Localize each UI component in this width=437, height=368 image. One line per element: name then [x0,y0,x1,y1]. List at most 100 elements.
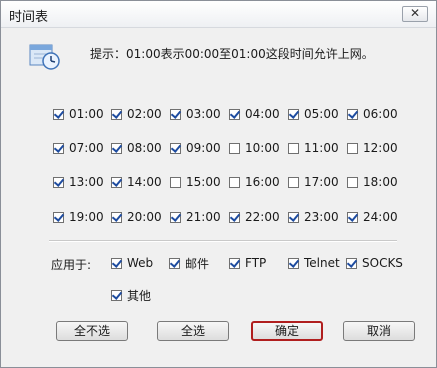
checkbox-label: FTP [245,256,267,270]
hour-checkbox-1600[interactable]: 16:00 [229,173,280,191]
hour-checkbox-2300[interactable]: 23:00 [288,208,339,226]
checkmark-icon [170,107,181,119]
checkbox-box[interactable] [170,176,181,188]
apply-web-checkbox[interactable]: Web [111,254,153,272]
checkbox-box[interactable] [53,210,64,223]
apply-to-label: 应用于: [51,258,92,272]
cancel-button[interactable]: 取消 [343,321,415,341]
checkmark-icon [229,210,240,222]
checkbox-box[interactable] [346,256,357,269]
apply-mail-checkbox[interactable]: 邮件 [169,254,209,272]
apply-telnet-checkbox[interactable]: Telnet [288,254,340,272]
checkbox-label: Web [127,256,154,270]
hour-checkbox-0300[interactable]: 03:00 [170,105,221,123]
checkbox-box[interactable] [169,256,180,269]
checkbox-box[interactable] [288,176,299,188]
apply-other-checkbox[interactable]: 其他 [111,286,151,304]
checkmark-icon [229,256,240,268]
checkbox-label: SOCKS [362,256,403,270]
hour-checkbox-1900[interactable]: 19:00 [53,208,104,226]
checkbox-box[interactable] [53,141,64,154]
hour-checkbox-0900[interactable]: 09:00 [170,139,221,157]
checkbox-box[interactable] [288,256,299,269]
deselect-all-button[interactable]: 全不选 [56,321,128,341]
checkbox-box[interactable] [170,141,181,154]
checkbox-label: 16:00 [245,175,280,189]
hour-checkbox-1500[interactable]: 15:00 [170,173,221,191]
checkmark-icon [53,141,64,153]
checkbox-box[interactable] [229,176,240,188]
hour-checkbox-0600[interactable]: 06:00 [347,105,398,123]
select-all-button[interactable]: 全选 [157,321,229,341]
divider [49,240,397,242]
checkbox-label: 02:00 [127,107,162,121]
hour-checkbox-1400[interactable]: 14:00 [111,173,162,191]
title-bar[interactable]: 时间表 ✕ [1,1,436,28]
hour-checkbox-1800[interactable]: 18:00 [347,173,398,191]
hour-checkbox-1300[interactable]: 13:00 [53,173,104,191]
checkmark-icon [288,256,299,268]
checkbox-box[interactable] [229,142,240,154]
checkmark-icon [170,141,181,153]
checkbox-box[interactable] [111,175,122,188]
checkmark-icon [53,210,64,222]
checkbox-box[interactable] [229,256,240,269]
hour-checkbox-2100[interactable]: 21:00 [170,208,221,226]
checkbox-label: 邮件 [185,256,210,271]
checkbox-box[interactable] [347,142,358,154]
checkmark-icon [53,175,64,187]
checkbox-box[interactable] [347,176,358,188]
hour-checkbox-1700[interactable]: 17:00 [288,173,339,191]
checkmark-icon [288,210,299,222]
apply-ftp-checkbox[interactable]: FTP [229,254,266,272]
checkbox-box[interactable] [111,288,122,301]
checkmark-icon [288,107,299,119]
checkbox-box[interactable] [288,142,299,154]
checkbox-box[interactable] [347,210,358,223]
hour-checkbox-0100[interactable]: 01:00 [53,105,104,123]
checkbox-box[interactable] [111,210,122,223]
hour-checkbox-0700[interactable]: 07:00 [53,139,104,157]
close-button[interactable]: ✕ [402,6,428,22]
hour-checkbox-0400[interactable]: 04:00 [229,105,280,123]
hour-checkbox-0800[interactable]: 08:00 [111,139,162,157]
hour-checkbox-0500[interactable]: 05:00 [288,105,339,123]
checkbox-box[interactable] [53,175,64,188]
hour-checkbox-2000[interactable]: 20:00 [111,208,162,226]
hour-checkbox-1100[interactable]: 11:00 [288,139,339,157]
checkbox-box[interactable] [111,107,122,120]
checkmark-icon [111,141,122,153]
hour-checkbox-1000[interactable]: 10:00 [229,139,280,157]
apply-socks-checkbox[interactable]: SOCKS [346,254,403,272]
checkbox-label: 06:00 [363,107,398,121]
hour-checkbox-2200[interactable]: 22:00 [229,208,280,226]
checkbox-label: 08:00 [127,141,162,155]
checkbox-label: 15:00 [186,175,221,189]
checkbox-box[interactable] [288,107,299,120]
checkbox-label: Telnet [304,256,340,270]
checkmark-icon [347,210,358,222]
checkbox-label: 11:00 [304,141,339,155]
checkbox-label: 23:00 [304,210,339,224]
checkbox-box[interactable] [229,210,240,223]
checkbox-box[interactable] [170,210,181,223]
checkbox-label: 01:00 [69,107,104,121]
checkbox-box[interactable] [111,141,122,154]
hour-checkbox-1200[interactable]: 12:00 [347,139,398,157]
checkbox-label: 其他 [127,288,152,303]
checkbox-box[interactable] [347,107,358,120]
ok-button[interactable]: 确定 [251,321,323,341]
hour-checkbox-0200[interactable]: 02:00 [111,105,162,123]
checkbox-box[interactable] [229,107,240,120]
checkbox-label: 21:00 [186,210,221,224]
hour-checkbox-2400[interactable]: 24:00 [347,208,398,226]
checkmark-icon [53,107,64,119]
checkbox-box[interactable] [170,107,181,120]
close-icon: ✕ [409,6,421,20]
checkbox-box[interactable] [53,107,64,120]
checkbox-box[interactable] [288,210,299,223]
checkbox-box[interactable] [111,256,122,269]
checkbox-label: 20:00 [127,210,162,224]
checkbox-label: 09:00 [186,141,221,155]
checkmark-icon [111,288,122,300]
